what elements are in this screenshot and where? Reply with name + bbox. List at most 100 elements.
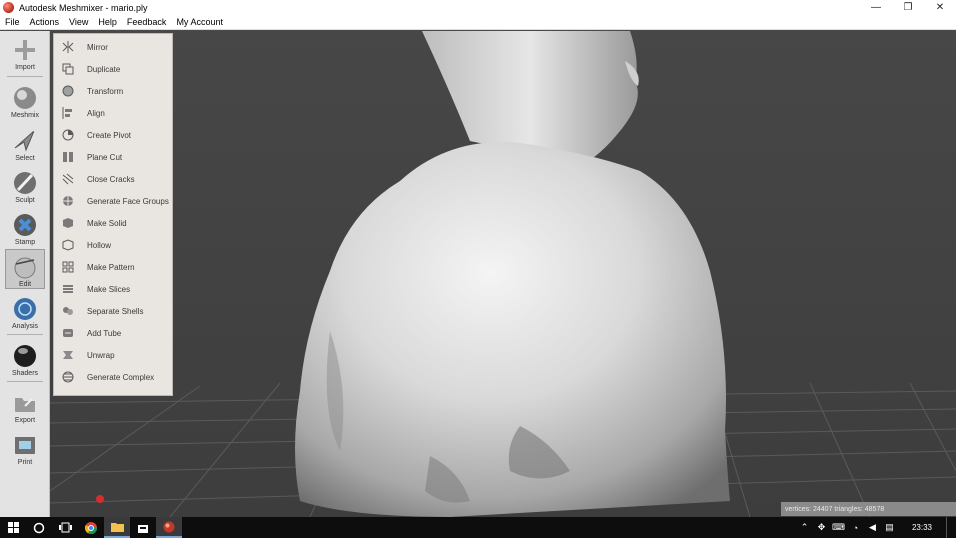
tool-export[interactable]: Export bbox=[0, 386, 50, 426]
edit-item-label: Align bbox=[87, 108, 105, 118]
meshmixer-taskbar-button[interactable] bbox=[156, 517, 182, 538]
edit-item-label: Mirror bbox=[87, 42, 108, 52]
tool-export-label: Export bbox=[14, 417, 36, 424]
menu-actions[interactable]: Actions bbox=[25, 17, 65, 27]
edit-item-make-solid[interactable]: Make Solid bbox=[54, 212, 174, 234]
edit-item-close-cracks[interactable]: Close Cracks bbox=[54, 168, 174, 190]
notification-icon: ▤ bbox=[885, 522, 894, 532]
restore-button[interactable]: ❐ bbox=[892, 0, 924, 15]
edit-item-label: Unwrap bbox=[87, 350, 115, 360]
edit-item-label: Separate Shells bbox=[87, 306, 144, 316]
tool-import[interactable]: Import bbox=[0, 33, 50, 73]
viewport-scene bbox=[50, 31, 956, 517]
tool-select-label: Select bbox=[15, 155, 35, 162]
complex-icon bbox=[62, 371, 74, 383]
edit-item-label: Generate Face Groups bbox=[87, 196, 169, 206]
edit-item-align[interactable]: Align bbox=[54, 102, 174, 124]
show-hidden-icons-button[interactable]: ⌃ bbox=[796, 517, 813, 538]
edit-item-unwrap[interactable]: Unwrap bbox=[54, 344, 174, 366]
edit-item-separate-shells[interactable]: Separate Shells bbox=[54, 300, 174, 322]
pattern-icon bbox=[62, 261, 74, 273]
3d-viewport[interactable] bbox=[50, 31, 956, 517]
mesh-stats-status: vertices: 24407 triangles: 48578 bbox=[781, 502, 956, 516]
language-icon: ⌨ bbox=[832, 522, 845, 532]
action-center-button[interactable]: ▤ bbox=[881, 517, 898, 538]
window-title: Autodesk Meshmixer - mario.ply bbox=[19, 2, 148, 13]
shaders-icon bbox=[14, 345, 36, 367]
stamp-icon bbox=[14, 214, 36, 236]
menu-help[interactable]: Help bbox=[93, 17, 122, 27]
menu-my-account[interactable]: My Account bbox=[171, 17, 228, 27]
edit-item-label: Duplicate bbox=[87, 64, 121, 74]
tool-edit[interactable]: Edit bbox=[5, 249, 45, 289]
tool-analysis[interactable]: Analysis bbox=[0, 292, 50, 332]
dropbox-tray-button[interactable]: ✥ bbox=[813, 517, 830, 538]
main-toolbar: Import Meshmix Select Sculpt Stamp Edit … bbox=[0, 31, 50, 517]
edit-item-label: Make Slices bbox=[87, 284, 131, 294]
minimize-button[interactable]: — bbox=[860, 0, 892, 15]
tool-shaders[interactable]: Shaders bbox=[0, 339, 50, 379]
align-icon bbox=[62, 107, 74, 119]
edit-item-make-slices[interactable]: Make Slices bbox=[54, 278, 174, 300]
edit-item-label: Generate Complex bbox=[87, 372, 155, 382]
edit-item-generate-face-groups[interactable]: Generate Face Groups bbox=[54, 190, 174, 212]
title-bar: Autodesk Meshmixer - mario.ply — ❐ ✕ bbox=[0, 0, 956, 15]
search-button[interactable] bbox=[26, 517, 52, 538]
edit-item-plane-cut[interactable]: Plane Cut bbox=[54, 146, 174, 168]
mirror-icon bbox=[62, 41, 74, 53]
tool-print-label: Print bbox=[17, 459, 33, 466]
tool-import-label: Import bbox=[15, 64, 35, 71]
pivot-marker[interactable] bbox=[96, 495, 104, 503]
toolbar-separator bbox=[7, 76, 43, 77]
store-taskbar-button[interactable] bbox=[130, 517, 156, 538]
network-tray-button[interactable]: ◔ bbox=[847, 517, 864, 538]
edit-item-add-tube[interactable]: Add Tube bbox=[54, 322, 174, 344]
file-explorer-taskbar-button[interactable] bbox=[104, 517, 130, 538]
file-explorer-icon bbox=[110, 523, 124, 532]
menu-feedback[interactable]: Feedback bbox=[122, 17, 172, 27]
meshmixer-icon bbox=[163, 521, 175, 532]
meshmix-icon bbox=[14, 87, 36, 109]
language-tray-button[interactable]: ⌨ bbox=[830, 517, 847, 538]
slices-icon bbox=[62, 283, 74, 295]
taskbar-clock[interactable]: 23:33 bbox=[898, 523, 946, 532]
tool-analysis-label: Analysis bbox=[11, 323, 39, 330]
pivot-icon bbox=[62, 129, 74, 141]
edit-menu: Mirror Duplicate Transform Align Create … bbox=[53, 33, 173, 396]
menu-file[interactable]: File bbox=[0, 17, 25, 27]
edit-item-create-pivot[interactable]: Create Pivot bbox=[54, 124, 174, 146]
transform-icon bbox=[62, 85, 74, 97]
tool-edit-label: Edit bbox=[18, 281, 32, 288]
menu-view[interactable]: View bbox=[64, 17, 93, 27]
print-icon bbox=[15, 437, 35, 454]
edit-item-label: Plane Cut bbox=[87, 152, 123, 162]
close-button[interactable]: ✕ bbox=[924, 0, 956, 15]
edit-item-transform[interactable]: Transform bbox=[54, 80, 174, 102]
volume-icon: ◀ bbox=[869, 522, 876, 532]
toolbar-separator bbox=[7, 381, 43, 382]
menu-bar: File Actions View Help Feedback My Accou… bbox=[0, 15, 956, 30]
tool-select[interactable]: Select bbox=[0, 124, 50, 164]
tool-stamp[interactable]: Stamp bbox=[0, 208, 50, 248]
start-button[interactable] bbox=[0, 517, 26, 538]
edit-item-hollow[interactable]: Hollow bbox=[54, 234, 174, 256]
edit-item-make-pattern[interactable]: Make Pattern bbox=[54, 256, 174, 278]
edit-item-mirror[interactable]: Mirror bbox=[54, 36, 174, 58]
analysis-icon bbox=[14, 298, 36, 320]
export-icon bbox=[15, 398, 35, 412]
select-icon bbox=[14, 130, 35, 152]
task-view-button[interactable] bbox=[52, 517, 78, 538]
edit-item-duplicate[interactable]: Duplicate bbox=[54, 58, 174, 80]
tool-sculpt-label: Sculpt bbox=[15, 197, 35, 204]
chrome-taskbar-button[interactable] bbox=[78, 517, 104, 538]
edit-item-generate-complex[interactable]: Generate Complex bbox=[54, 366, 174, 388]
tool-sculpt[interactable]: Sculpt bbox=[0, 166, 50, 206]
tool-meshmix[interactable]: Meshmix bbox=[0, 81, 50, 121]
show-desktop-button[interactable] bbox=[946, 517, 956, 538]
volume-tray-button[interactable]: ◀ bbox=[864, 517, 881, 538]
tool-print[interactable]: Print bbox=[0, 428, 50, 468]
duplicate-icon bbox=[62, 63, 74, 75]
hollow-icon bbox=[62, 239, 74, 251]
window-controls: — ❐ ✕ bbox=[860, 0, 956, 15]
network-icon: ◔ bbox=[852, 522, 859, 533]
